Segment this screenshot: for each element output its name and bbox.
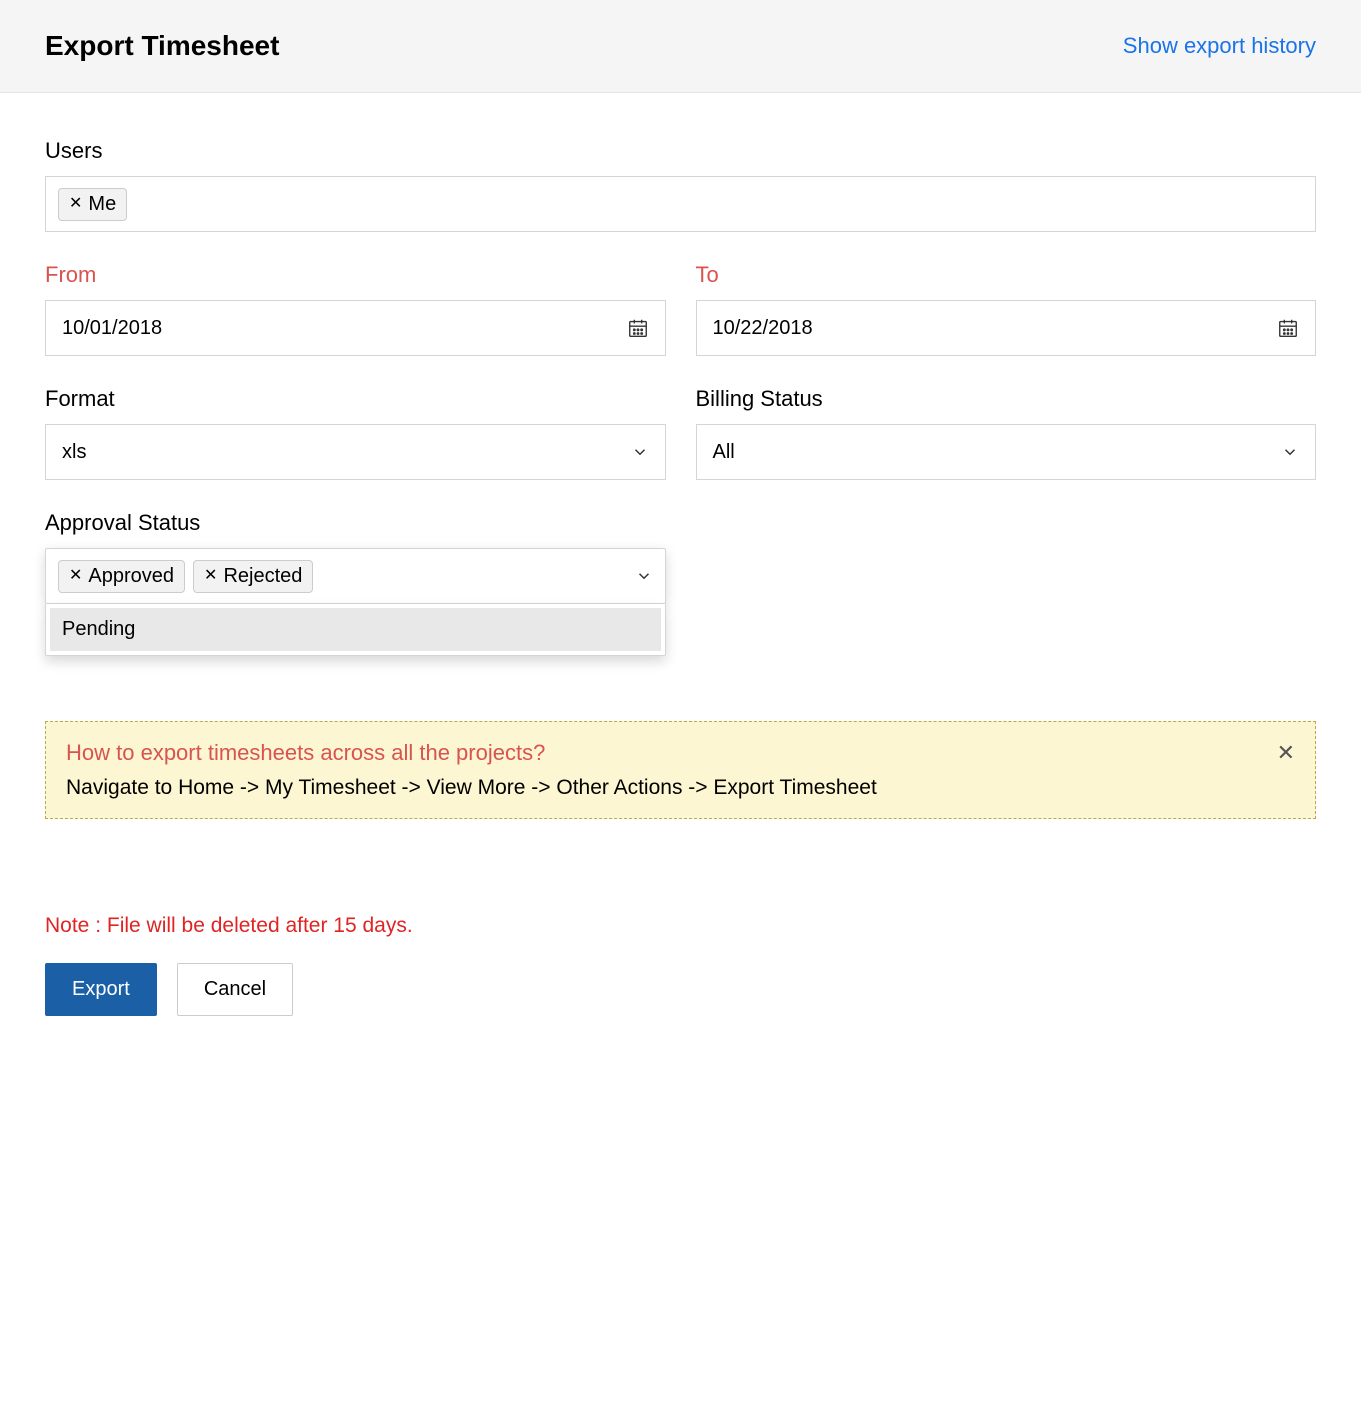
chevron-down-icon bbox=[635, 567, 653, 585]
retention-note: Note : File will be deleted after 15 day… bbox=[45, 914, 1316, 938]
calendar-icon[interactable] bbox=[1277, 317, 1299, 339]
close-icon[interactable]: ✕ bbox=[1277, 740, 1295, 766]
action-buttons: Export Cancel bbox=[45, 963, 1316, 1016]
billing-status-label: Billing Status bbox=[696, 386, 1317, 412]
page-title: Export Timesheet bbox=[45, 30, 279, 62]
remove-icon[interactable]: ✕ bbox=[69, 568, 82, 584]
calendar-icon[interactable] bbox=[627, 317, 649, 339]
export-button[interactable]: Export bbox=[45, 963, 157, 1016]
approval-tag-approved[interactable]: ✕ Approved bbox=[58, 560, 185, 593]
to-date-value: 10/22/2018 bbox=[713, 317, 813, 340]
help-tip-title: How to export timesheets across all the … bbox=[66, 740, 1295, 766]
user-tag-label: Me bbox=[88, 193, 116, 216]
approval-status-select[interactable]: ✕ Approved ✕ Rejected bbox=[45, 548, 666, 604]
remove-icon[interactable]: ✕ bbox=[204, 568, 217, 584]
approval-tag-label: Approved bbox=[88, 565, 174, 588]
to-label: To bbox=[696, 262, 1317, 288]
chevron-down-icon bbox=[631, 443, 649, 461]
from-date-input[interactable]: 10/01/2018 bbox=[45, 300, 666, 356]
dialog-header: Export Timesheet Show export history bbox=[0, 0, 1361, 93]
approval-status-label: Approval Status bbox=[45, 510, 666, 536]
billing-status-select[interactable]: All bbox=[696, 424, 1317, 480]
approval-status-dropdown: Pending bbox=[45, 604, 666, 656]
show-export-history-link[interactable]: Show export history bbox=[1123, 33, 1316, 59]
to-date-input[interactable]: 10/22/2018 bbox=[696, 300, 1317, 356]
billing-status-value: All bbox=[713, 441, 735, 464]
from-date-value: 10/01/2018 bbox=[62, 317, 162, 340]
from-label: From bbox=[45, 262, 666, 288]
format-label: Format bbox=[45, 386, 666, 412]
user-tag-me[interactable]: ✕ Me bbox=[58, 188, 127, 221]
help-tip-text: Navigate to Home -> My Timesheet -> View… bbox=[66, 776, 1295, 800]
chevron-down-icon bbox=[1281, 443, 1299, 461]
format-value: xls bbox=[62, 441, 86, 464]
remove-icon[interactable]: ✕ bbox=[69, 196, 82, 212]
users-input[interactable]: ✕ Me bbox=[45, 176, 1316, 232]
cancel-button[interactable]: Cancel bbox=[177, 963, 293, 1016]
approval-option-pending[interactable]: Pending bbox=[50, 608, 661, 651]
approval-tag-rejected[interactable]: ✕ Rejected bbox=[193, 560, 313, 593]
help-tip: ✕ How to export timesheets across all th… bbox=[45, 721, 1316, 819]
export-form: Users ✕ Me From 10/01/2018 bbox=[0, 93, 1361, 1061]
format-select[interactable]: xls bbox=[45, 424, 666, 480]
users-label: Users bbox=[45, 138, 1316, 164]
approval-tag-label: Rejected bbox=[223, 565, 302, 588]
